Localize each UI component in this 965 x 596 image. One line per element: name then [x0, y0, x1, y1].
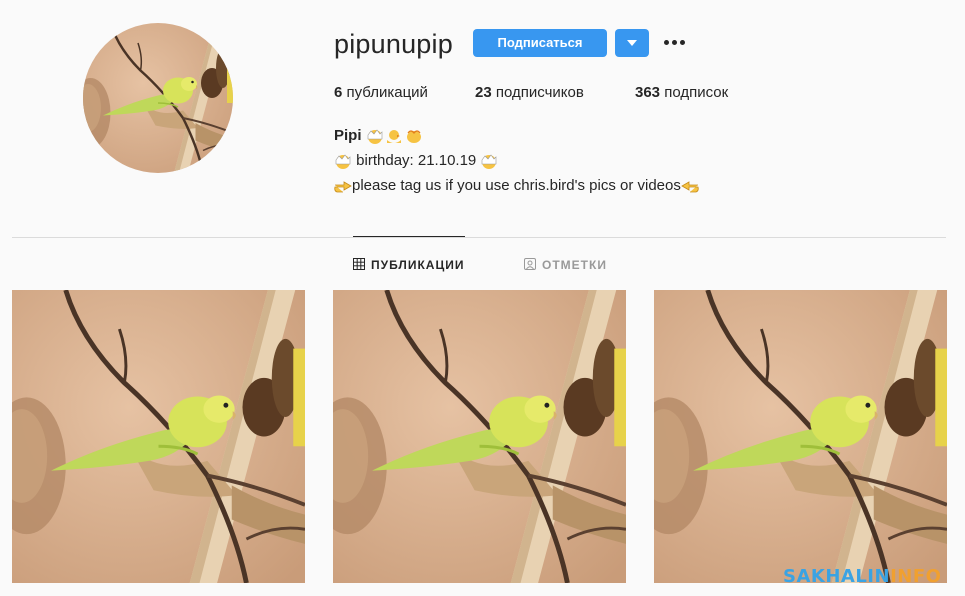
tab-tagged-label: ОТМЕТКИ: [542, 258, 607, 272]
profile-username: pipunupip: [334, 29, 453, 59]
post-photo: [654, 290, 947, 583]
tab-tagged[interactable]: ОТМЕТКИ: [524, 257, 607, 273]
chevron-down-icon: [627, 40, 637, 46]
suggested-dropdown-button[interactable]: [615, 29, 649, 57]
post-thumbnail[interactable]: [12, 290, 305, 583]
bio-name: Pipi: [334, 127, 362, 144]
profile-bio: Pipi birthday: 21.10.19 please tag us if…: [334, 123, 699, 198]
follow-button[interactable]: Подписаться: [473, 29, 607, 57]
watermark-part2: INFO: [890, 566, 942, 587]
followers-label: подписчиков: [495, 84, 584, 101]
pointing-left-icon: [681, 181, 699, 193]
followers-count: 23: [475, 84, 492, 101]
chick-emoji-icon: [367, 129, 421, 145]
stat-following[interactable]: 363 подписок: [635, 83, 728, 103]
active-tab-indicator: [353, 236, 465, 237]
post-thumbnail[interactable]: [654, 290, 947, 583]
bio-tag-text: please tag us if you use chris.bird's pi…: [352, 177, 681, 194]
dot-icon: [672, 40, 677, 45]
watermark-logo: SAKHALININFO: [783, 566, 941, 587]
tab-posts-label: ПУБЛИКАЦИИ: [371, 258, 465, 272]
section-divider: [12, 237, 946, 238]
bio-tag-line: please tag us if you use chris.bird's pi…: [334, 173, 699, 198]
dot-icon: [664, 40, 669, 45]
following-label: подписок: [664, 84, 729, 101]
post-thumbnail[interactable]: [333, 290, 626, 583]
tab-posts[interactable]: ПУБЛИКАЦИИ: [353, 257, 464, 273]
bio-birthday-line: birthday: 21.10.19: [334, 148, 699, 173]
pointing-right-icon: [334, 181, 352, 193]
hatching-chick-icon: [482, 154, 497, 170]
hatching-chick-icon: [335, 154, 351, 170]
dot-icon: [680, 40, 685, 45]
stat-posts: 6 публикаций: [334, 83, 428, 103]
bio-name-line: Pipi: [334, 123, 699, 148]
post-photo: [12, 290, 305, 583]
watermark-part1: SAKHALIN: [783, 566, 891, 587]
post-photo: [333, 290, 626, 583]
tag-person-icon: [524, 258, 536, 270]
avatar-photo: [83, 23, 233, 173]
posts-count: 6: [334, 84, 343, 101]
profile-avatar[interactable]: [83, 23, 233, 173]
stat-followers[interactable]: 23 подписчиков: [475, 83, 584, 103]
more-options-button[interactable]: [663, 36, 687, 50]
grid-icon: [353, 258, 365, 270]
posts-label: публикаций: [346, 84, 428, 101]
bio-birthday: birthday: 21.10.19: [356, 152, 477, 169]
following-count: 363: [635, 84, 661, 101]
